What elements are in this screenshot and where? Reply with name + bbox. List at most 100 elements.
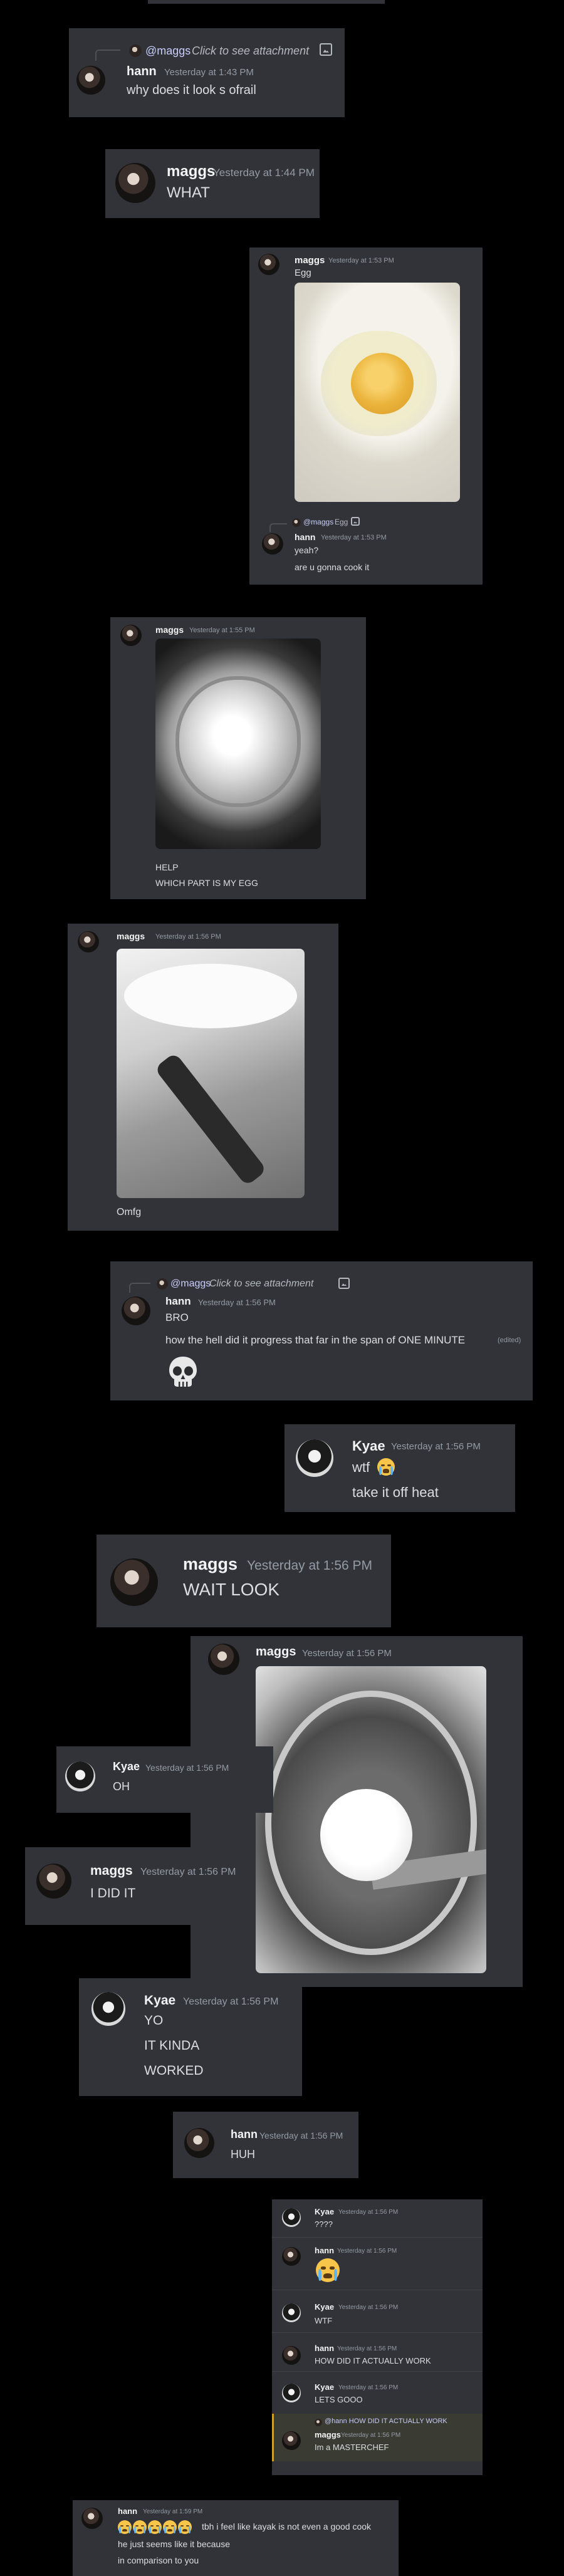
avatar[interactable]	[282, 2247, 301, 2266]
edited-label: (edited)	[498, 1337, 521, 1344]
avatar[interactable]	[36, 1864, 71, 1899]
avatar[interactable]	[282, 2384, 301, 2402]
timestamp: Yesterday at 1:56 PM	[183, 1996, 279, 2007]
message-text: how the hell did it progress that far in…	[165, 1334, 466, 1346]
message-text: take it off heat	[352, 1484, 439, 1500]
message-text: BRO	[165, 1311, 189, 1323]
avatar[interactable]	[208, 1644, 239, 1675]
foaming-pot-image[interactable]	[117, 949, 305, 1198]
timestamp: Yesterday at 1:56 PM	[155, 933, 221, 941]
divider	[272, 2237, 483, 2238]
message-text: WHAT	[167, 184, 210, 201]
loudly-crying-emoji	[118, 2520, 132, 2534]
avatar[interactable]	[81, 2508, 103, 2529]
avatar[interactable]	[110, 1558, 158, 1606]
message-text: in comparison to you	[118, 2555, 199, 2565]
username[interactable]: maggs	[155, 625, 184, 635]
divider	[272, 2332, 483, 2333]
boiling-pot-image[interactable]	[155, 639, 321, 849]
timestamp: Yesterday at 1:44 PM	[213, 167, 315, 179]
avatar[interactable]	[258, 254, 279, 275]
reply-mention[interactable]: @maggs	[170, 1278, 211, 1290]
username[interactable]: Kyae	[315, 2207, 334, 2216]
reply-avatar	[157, 1278, 168, 1290]
username[interactable]: maggs	[167, 163, 215, 180]
avatar[interactable]	[184, 2128, 214, 2158]
message-text: HOW DID IT ACTUALLY WORK	[315, 2356, 431, 2365]
message-card-maggs-wait-look: maggs Yesterday at 1:56 PM WAIT LOOK	[97, 1535, 391, 1627]
avatar[interactable]	[282, 2208, 301, 2227]
message-card-group: Kyae Yesterday at 1:56 PM ???? hann Yest…	[272, 2199, 483, 2475]
message-card-maggs-2: maggs Yesterday at 1:44 PM WHAT	[105, 149, 320, 218]
reply-preview[interactable]: Click to see attachment	[192, 44, 309, 58]
reply-preview[interactable]: Egg	[335, 518, 348, 526]
timestamp: Yesterday at 1:56 PM	[341, 2432, 401, 2439]
username[interactable]: Kyae	[352, 1438, 385, 1454]
image-icon	[338, 1278, 350, 1289]
message-card-kyae-yo: Kyae Yesterday at 1:56 PM YO IT KINDA WO…	[79, 1978, 302, 2096]
timestamp: Yesterday at 1:56 PM	[302, 1648, 392, 1659]
username[interactable]: hann	[295, 532, 315, 542]
username[interactable]: maggs	[256, 1645, 296, 1659]
reply-mention[interactable]: @maggs	[303, 518, 333, 526]
username[interactable]: hann	[127, 65, 157, 79]
reply-preview[interactable]: @hann HOW DID IT ACTUALLY WORK	[325, 2417, 447, 2425]
message-text: yeah?	[295, 545, 319, 555]
avatar[interactable]	[296, 1439, 333, 1477]
message-text: WAIT LOOK	[183, 1580, 280, 1599]
timestamp: Yesterday at 1:56 PM	[338, 2384, 399, 2391]
timestamp: Yesterday at 1:56 PM	[259, 2130, 343, 2141]
timestamp: Yesterday at 1:59 PM	[143, 2508, 203, 2515]
username[interactable]: maggs	[90, 1864, 133, 1879]
egg-in-bowl-image[interactable]	[295, 283, 460, 502]
message-text: YO	[144, 2013, 164, 2028]
message-card-top-sliver	[148, 0, 385, 4]
message-card-maggs-i-did-it: maggs Yesterday at 1:56 PM I DID IT	[25, 1847, 253, 1925]
loudly-crying-emoji	[163, 2520, 177, 2534]
avatar[interactable]	[65, 1761, 95, 1791]
message-text: wtf	[352, 1459, 370, 1475]
avatar[interactable]	[262, 533, 283, 555]
username[interactable]: hann	[231, 2128, 258, 2141]
avatar[interactable]	[122, 1296, 150, 1325]
avatar[interactable]	[115, 163, 155, 203]
loudly-crying-emoji	[316, 2258, 340, 2282]
username[interactable]: hann	[315, 2246, 334, 2255]
message-card-maggs-omfg: maggs Yesterday at 1:56 PM Omfg	[68, 924, 338, 1231]
poached-egg-image[interactable]	[256, 1666, 486, 1973]
reply-mention[interactable]: @maggs	[145, 44, 191, 58]
loudly-crying-emoji	[133, 2520, 147, 2534]
reply-preview[interactable]: Click to see attachment	[209, 1278, 313, 1290]
timestamp: Yesterday at 1:56 PM	[338, 2209, 399, 2216]
avatar[interactable]	[282, 2303, 301, 2322]
avatar[interactable]	[282, 2431, 301, 2450]
image-icon	[320, 43, 332, 56]
timestamp: Yesterday at 1:56 PM	[391, 1441, 481, 1452]
avatar[interactable]	[78, 931, 99, 952]
timestamp: Yesterday at 1:56 PM	[198, 1298, 276, 1307]
username[interactable]: hann	[118, 2506, 137, 2516]
username[interactable]: Kyae	[144, 1993, 175, 2008]
avatar[interactable]	[91, 1992, 125, 2026]
username[interactable]: Kyae	[315, 2382, 334, 2392]
username[interactable]: maggs	[183, 1555, 238, 1574]
message-text: IT KINDA	[144, 2038, 200, 2053]
username[interactable]: maggs	[315, 2430, 341, 2439]
avatar[interactable]	[76, 66, 105, 95]
username[interactable]: Kyae	[315, 2302, 334, 2312]
avatar[interactable]	[282, 2346, 301, 2365]
username[interactable]: hann	[315, 2344, 334, 2353]
username[interactable]: hann	[165, 1295, 191, 1308]
avatar[interactable]	[120, 625, 142, 646]
username[interactable]: maggs	[117, 931, 145, 941]
image-icon	[351, 517, 360, 526]
loudly-crying-emoji	[148, 2520, 162, 2534]
username[interactable]: maggs	[295, 255, 325, 266]
message-text: are u gonna cook it	[295, 562, 370, 572]
username[interactable]: Kyae	[113, 1760, 140, 1773]
message-card-maggs-pot: maggs Yesterday at 1:55 PM HELP WHICH PA…	[110, 617, 366, 899]
message-text: he just seems like it because	[118, 2539, 230, 2549]
message-text: tbh i feel like kayak is not even a good…	[202, 2521, 372, 2532]
message-text: why does it look s ofrail	[127, 83, 256, 97]
timestamp: Yesterday at 1:43 PM	[164, 67, 254, 78]
